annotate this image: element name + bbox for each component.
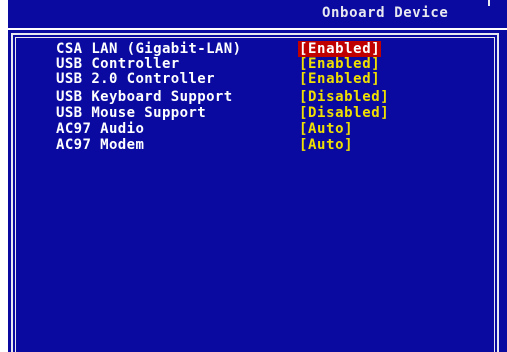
setting-row-usb-keyboard[interactable]: USB Keyboard Support [Disabled] <box>0 89 507 105</box>
setting-value-selected[interactable]: [Enabled] <box>298 41 382 57</box>
setting-label: CSA LAN (Gigabit-LAN) <box>56 41 242 57</box>
page-title: Onboard Device <box>322 5 449 21</box>
setting-label: AC97 Audio <box>56 121 145 137</box>
setting-row-ac97-modem[interactable]: AC97 Modem [Auto] <box>0 137 507 153</box>
setting-row-ac97-audio[interactable]: AC97 Audio [Auto] <box>0 121 507 137</box>
bios-screen: Onboard Device CSA LAN (Gigabit-LAN) [En… <box>0 0 507 352</box>
setting-value[interactable]: [Disabled] <box>298 89 390 105</box>
setting-row-csa-lan[interactable]: CSA LAN (Gigabit-LAN) [Enabled] <box>0 41 507 57</box>
setting-label: USB Controller <box>56 56 180 72</box>
setting-value[interactable]: [Enabled] <box>298 71 381 87</box>
setting-value[interactable]: [Disabled] <box>298 105 390 121</box>
setting-row-usb-controller[interactable]: USB Controller [Enabled] <box>0 56 507 72</box>
setting-label: USB Mouse Support <box>56 105 207 121</box>
setting-label: USB Keyboard Support <box>56 89 233 105</box>
setting-label: AC97 Modem <box>56 137 145 153</box>
title-bar: Onboard Device <box>8 0 507 28</box>
setting-value[interactable]: [Auto] <box>298 121 354 137</box>
setting-value[interactable]: [Enabled] <box>298 56 381 72</box>
setting-value[interactable]: [Auto] <box>298 137 354 153</box>
setting-row-usb-mouse[interactable]: USB Mouse Support [Disabled] <box>0 105 507 121</box>
setting-label: USB 2.0 Controller <box>56 71 215 87</box>
setting-row-usb2-controller[interactable]: USB 2.0 Controller [Enabled] <box>0 71 507 87</box>
title-bar-tick <box>488 0 490 6</box>
